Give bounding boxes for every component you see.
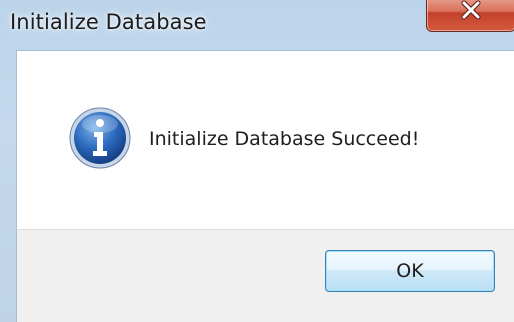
close-icon (461, 0, 481, 20)
message-dialog: Initialize Database Initialize Database … (0, 0, 514, 322)
dialog-message: Initialize Database Succeed! (149, 128, 420, 150)
dialog-content: Initialize Database Succeed! (16, 50, 514, 229)
title-bar[interactable]: Initialize Database (0, 0, 514, 50)
ok-button[interactable]: OK (325, 250, 495, 292)
button-bar: OK (16, 229, 514, 322)
info-icon (69, 107, 131, 169)
window-title: Initialize Database (10, 10, 207, 34)
close-button[interactable] (426, 0, 514, 32)
